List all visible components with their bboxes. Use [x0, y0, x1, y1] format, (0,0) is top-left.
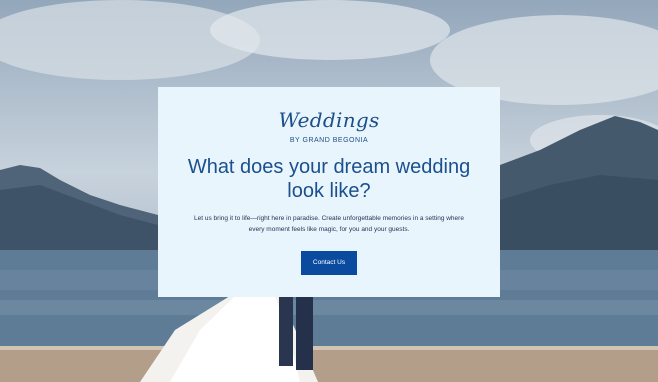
hero-headline: What does your dream wedding look like? [170, 155, 488, 203]
hero-headline-line-1: What does your dream wedding [187, 156, 471, 178]
brand-logo-script: Weddings [278, 108, 380, 132]
hero-description: Let us bring it to life—right here in pa… [176, 213, 482, 235]
hero-headline-line-2: look like? [287, 180, 371, 202]
hero-section: Weddings BY GRAND BEGONIA What does your… [0, 0, 658, 382]
brand-logo-subtitle: BY GRAND BEGONIA [289, 137, 369, 144]
contact-us-button[interactable]: Contact Us [301, 251, 357, 275]
hero-description-line-2: every moment feels like magic, for you a… [248, 226, 410, 233]
hero-description-line-1: Let us bring it to life—right here in pa… [194, 215, 464, 222]
